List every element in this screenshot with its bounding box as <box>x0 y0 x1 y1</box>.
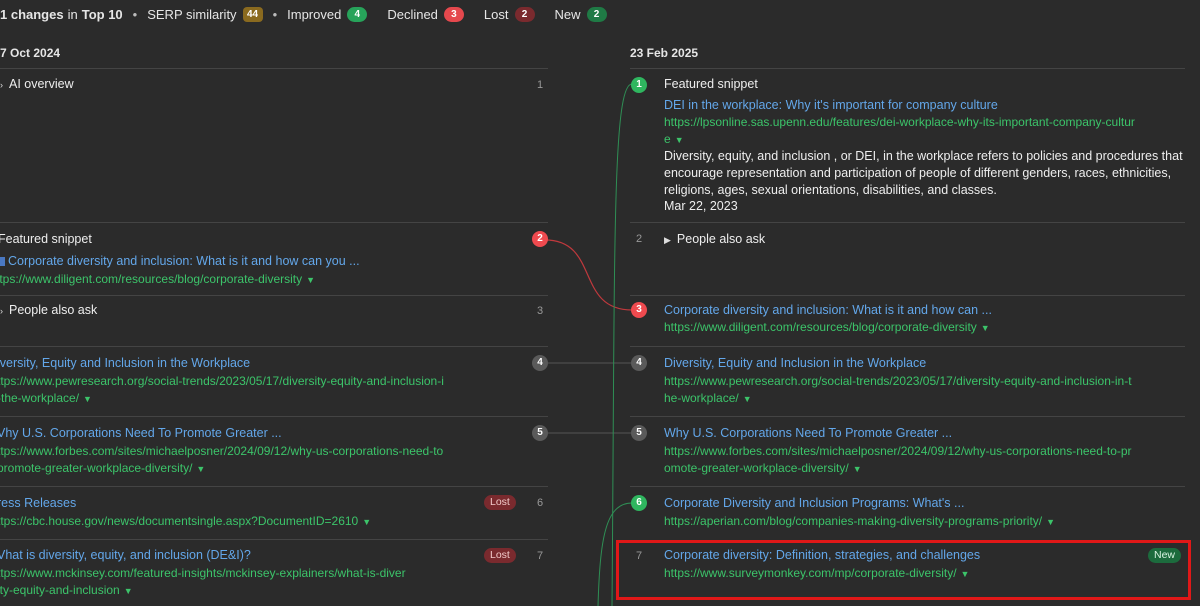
url-dropdown-caret-icon[interactable]: ▼ <box>743 394 752 404</box>
right-result-url[interactable]: https://www.diligent.com/resources/blog/… <box>664 320 990 334</box>
right-rank-1-improved: 1 <box>631 77 647 93</box>
right-result-title[interactable]: Corporate Diversity and Inclusion Progra… <box>664 496 964 510</box>
right-rank-3-declined: 3 <box>631 302 647 318</box>
left-row-ai-overview[interactable]: › AI overview <box>0 77 74 91</box>
right-result-url[interactable]: https://www.forbes.com/sites/michaelposn… <box>664 444 1132 458</box>
left-result-title[interactable]: Vhy U.S. Corporations Need To Promote Gr… <box>0 426 282 440</box>
left-result-title[interactable]: iversity, Equity and Inclusion in the Wo… <box>0 356 250 370</box>
url-dropdown-caret-icon[interactable]: ▼ <box>124 586 133 596</box>
url-dropdown-caret-icon[interactable]: ▼ <box>306 275 315 285</box>
right-result-title[interactable]: Diversity, Equity and Inclusion in the W… <box>664 356 926 370</box>
url-dropdown-caret-icon[interactable]: ▼ <box>961 569 970 579</box>
featured-snippet-date: Mar 22, 2023 <box>664 199 738 213</box>
left-result-title[interactable]: ress Releases <box>0 496 76 510</box>
right-result-title[interactable]: Why U.S. Corporations Need To Promote Gr… <box>664 426 952 440</box>
left-result-url-cont[interactable]: promote-greater-workplace-diversity/▼ <box>0 461 205 475</box>
right-result-url-cont[interactable]: omote-greater-workplace-diversity/▼ <box>664 461 862 475</box>
right-featured-snippet-label: Featured snippet <box>664 77 758 91</box>
featured-snippet-text: Diversity, equity, and inclusion , or DE… <box>664 149 1183 197</box>
left-rank-2-declined: 2 <box>532 231 548 247</box>
right-result-url[interactable]: https://lpsonline.sas.upenn.edu/features… <box>664 115 1135 129</box>
right-result-title[interactable]: Corporate diversity and inclusion: What … <box>664 303 992 317</box>
url-dropdown-caret-icon[interactable]: ▼ <box>981 323 990 333</box>
left-result-title[interactable]: Vhat is diversity, equity, and inclusion… <box>0 548 251 562</box>
url-dropdown-caret-icon[interactable]: ▼ <box>675 135 684 145</box>
left-result-url[interactable]: ttps://cbc.house.gov/news/documentsingle… <box>0 514 371 528</box>
left-result-title[interactable]: Corporate diversity and inclusion: What … <box>0 254 360 268</box>
left-result-url-cont[interactable]: ity-equity-and-inclusion ▼ <box>0 583 133 597</box>
lost-tag: Lost <box>484 495 516 510</box>
right-rank-7: 7 <box>635 550 643 562</box>
left-result-url[interactable]: ttps://www.diligent.com/resources/blog/c… <box>0 272 315 286</box>
left-rank-3: 3 <box>536 305 544 317</box>
right-result-title[interactable]: Corporate diversity: Definition, strateg… <box>664 548 980 562</box>
right-result-url[interactable]: https://aperian.com/blog/companies-makin… <box>664 514 1055 528</box>
url-dropdown-caret-icon[interactable]: ▼ <box>196 464 205 474</box>
right-rank-2: 2 <box>635 233 643 245</box>
right-rank-5: 5 <box>631 425 647 441</box>
expand-triangle-icon[interactable]: ▶ <box>664 235 671 245</box>
url-dropdown-caret-icon[interactable]: ▼ <box>1046 517 1055 527</box>
left-featured-snippet-label: Featured snippet <box>0 232 92 246</box>
right-result-url-cont[interactable]: he-workplace/▼ <box>664 391 752 405</box>
left-rank-1: 1 <box>536 79 544 91</box>
right-rank-4: 4 <box>631 355 647 371</box>
right-result-url[interactable]: https://www.pewresearch.org/social-trend… <box>664 374 1132 388</box>
expand-caret-icon[interactable]: › <box>0 306 3 316</box>
left-result-url[interactable]: ttps://www.mckinsey.com/featured-insight… <box>0 566 406 580</box>
right-result-url[interactable]: https://www.surveymonkey.com/mp/corporat… <box>664 566 969 580</box>
left-rank-7: 7 <box>536 550 544 562</box>
lost-tag: Lost <box>484 548 516 563</box>
left-rank-6: 6 <box>536 497 544 509</box>
left-rank-4: 4 <box>532 355 548 371</box>
new-tag: New <box>1148 548 1182 563</box>
left-row-people-also-ask[interactable]: › People also ask <box>0 303 97 317</box>
url-dropdown-caret-icon[interactable]: ▼ <box>362 517 371 527</box>
url-dropdown-caret-icon[interactable]: ▼ <box>83 394 92 404</box>
right-rank-6-improved: 6 <box>631 495 647 511</box>
url-dropdown-caret-icon[interactable]: ▼ <box>853 464 862 474</box>
expand-caret-icon[interactable]: › <box>0 80 3 90</box>
favicon-icon <box>0 257 5 267</box>
right-result-url-cont[interactable]: e ▼ <box>664 132 684 146</box>
left-result-url[interactable]: ttps://www.pewresearch.org/social-trends… <box>0 374 444 388</box>
right-result-title[interactable]: DEI in the workplace: Why it's important… <box>664 98 998 112</box>
left-result-url[interactable]: ttps://www.forbes.com/sites/michaelposne… <box>0 444 443 458</box>
left-result-url-cont[interactable]: -the-workplace/▼ <box>0 391 92 405</box>
left-rank-5: 5 <box>532 425 548 441</box>
right-row-people-also-ask[interactable]: ▶ People also ask <box>664 232 765 246</box>
